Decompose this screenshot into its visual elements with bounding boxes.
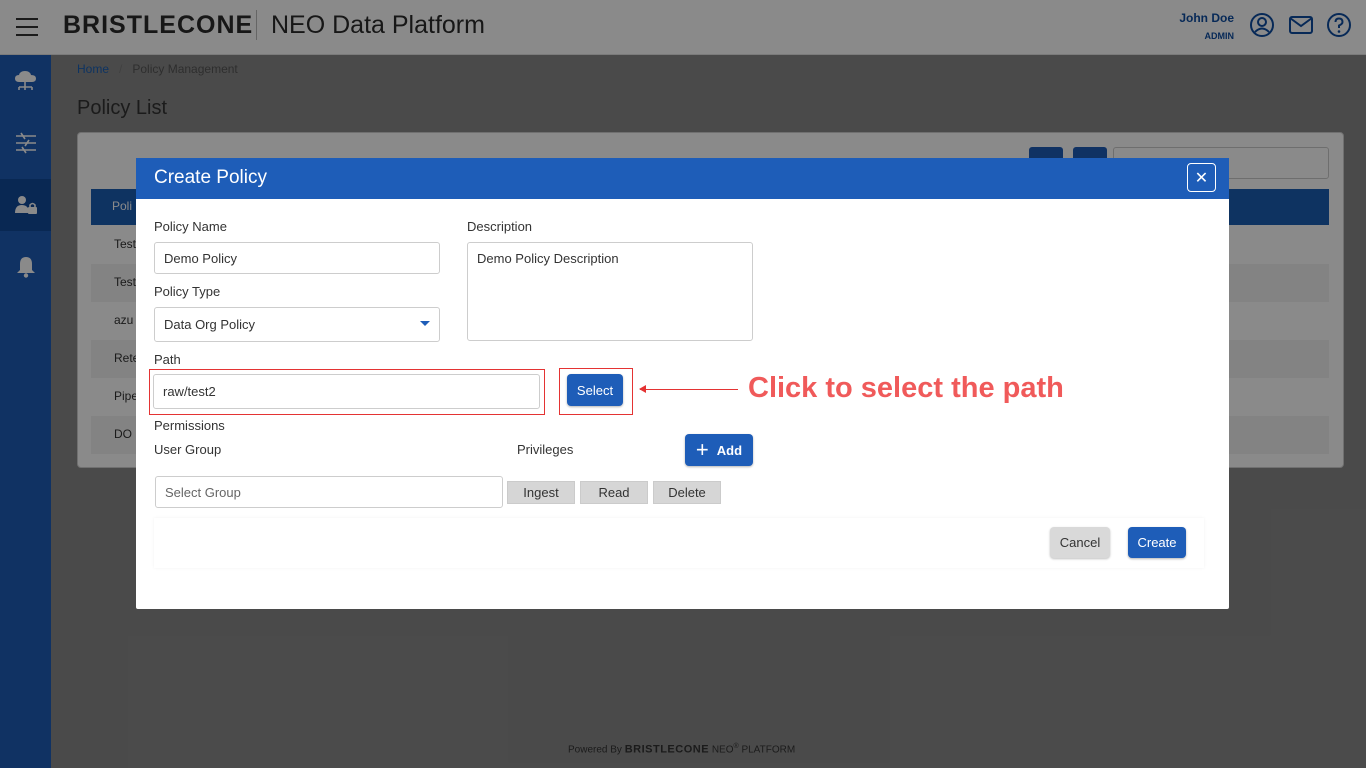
privilege-read[interactable]: Read [580,481,648,504]
policy-type-select[interactable]: Data Org Policy [154,307,440,342]
add-button-label: Add [716,442,743,458]
cancel-button[interactable]: Cancel [1050,527,1110,558]
close-icon: ✕ [1194,169,1209,187]
user-group-label: User Group [154,442,222,457]
dialog-title: Create Policy [154,167,267,188]
dialog-actions: Cancel Create [154,518,1204,568]
path-input[interactable]: raw/test2 [153,374,540,409]
annotation-arrow [639,385,738,393]
create-policy-dialog: Create Policy ✕ Policy Name Demo Policy … [136,158,1229,609]
privileges-label: Privileges [517,442,574,457]
privilege-ingest[interactable]: Ingest [507,481,575,504]
privilege-delete[interactable]: Delete [653,481,721,504]
close-button[interactable]: ✕ [1187,163,1216,192]
annotation-callout: Click to select the path [748,372,1064,404]
select-group-dropdown[interactable]: Select Group [155,476,503,508]
policy-type-label: Policy Type [154,284,221,299]
policy-type-value: Data Org Policy [164,317,256,332]
create-button[interactable]: Create [1128,527,1186,558]
chevron-down-icon [420,321,430,326]
path-label: Path [154,352,181,367]
description-textarea[interactable]: Demo Policy Description [467,242,753,341]
add-permission-button[interactable]: + Add [685,434,753,466]
plus-icon: + [695,437,709,462]
policy-name-input[interactable]: Demo Policy [154,242,440,274]
dialog-header: Create Policy ✕ [136,158,1229,199]
permissions-label: Permissions [154,418,225,433]
select-path-button[interactable]: Select [567,374,623,406]
description-label: Description [467,219,533,234]
policy-name-label: Policy Name [154,219,227,234]
